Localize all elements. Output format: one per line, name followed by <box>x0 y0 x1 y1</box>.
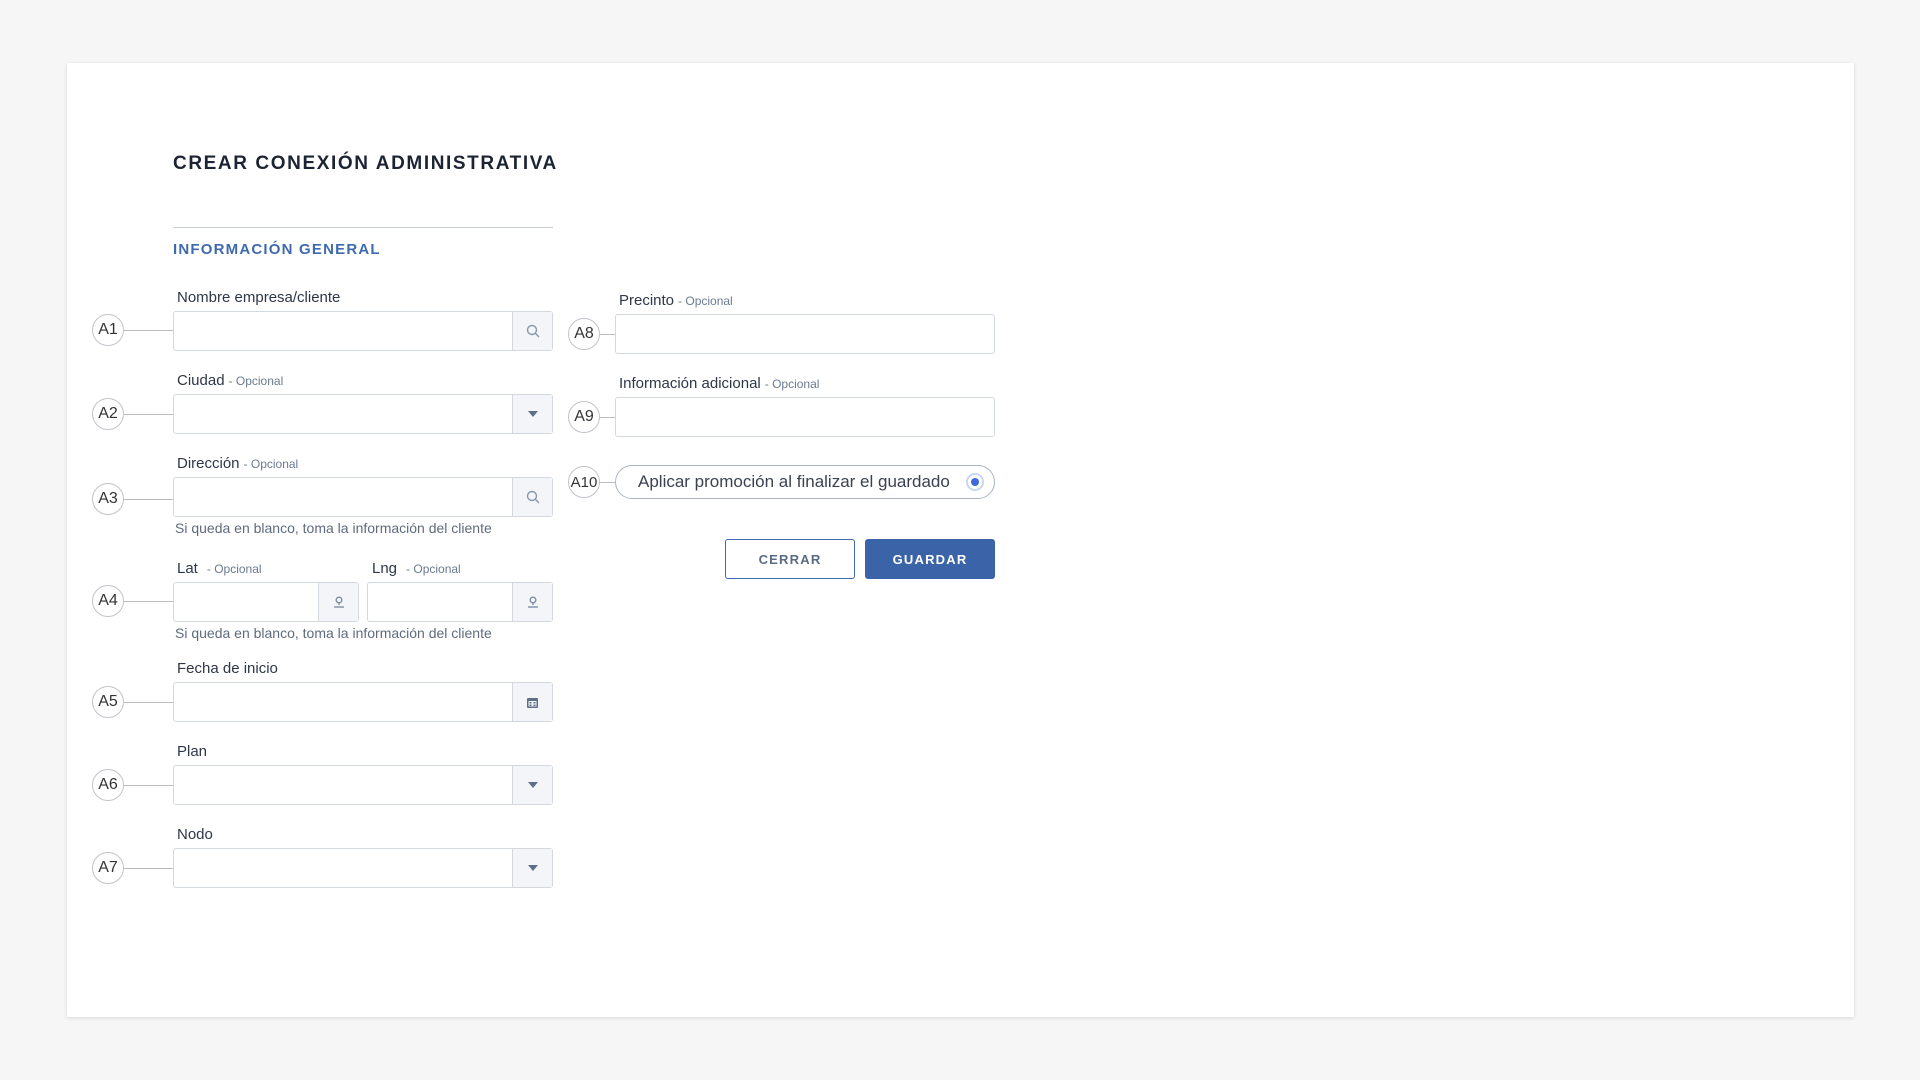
plan-label: Plan <box>177 743 208 760</box>
marker-connector <box>124 414 173 415</box>
info-adicional-label: Información adicional - Opcional <box>619 375 820 392</box>
empresa-input[interactable] <box>173 311 553 351</box>
search-icon[interactable] <box>512 478 552 516</box>
info-adicional-value[interactable] <box>616 398 994 436</box>
nodo-select[interactable] <box>173 848 553 888</box>
marker-a7: A7 <box>92 852 124 884</box>
marker-a1: A1 <box>92 314 124 346</box>
marker-connector <box>124 868 173 869</box>
close-button[interactable]: CERRAR <box>725 539 855 579</box>
marker-connector <box>600 417 615 418</box>
marker-connector <box>124 330 173 331</box>
marker-a9: A9 <box>568 401 600 433</box>
ciudad-value[interactable] <box>174 395 512 433</box>
fecha-value[interactable] <box>174 683 512 721</box>
marker-a2: A2 <box>92 398 124 430</box>
section-divider <box>173 227 553 228</box>
promocion-label: Aplicar promoción al finalizar el guarda… <box>638 472 950 491</box>
page-title: CREAR CONEXIÓN ADMINISTRATIVA <box>173 153 558 174</box>
marker-a4: A4 <box>92 585 124 617</box>
precinto-input[interactable] <box>615 314 995 354</box>
direccion-hint: Si queda en blanco, toma la información … <box>175 520 492 536</box>
chevron-down-icon[interactable] <box>512 766 552 804</box>
empresa-label: Nombre empresa/cliente <box>177 289 341 306</box>
marker-connector <box>124 499 173 500</box>
chevron-down-icon[interactable] <box>512 395 552 433</box>
fecha-input[interactable] <box>173 682 553 722</box>
marker-a3: A3 <box>92 483 124 515</box>
save-button[interactable]: GUARDAR <box>865 539 995 579</box>
lng-input[interactable] <box>367 582 553 622</box>
search-icon[interactable] <box>512 312 552 350</box>
marker-a8: A8 <box>568 318 600 350</box>
precinto-label: Precinto - Opcional <box>619 292 733 309</box>
nodo-label: Nodo <box>177 826 213 843</box>
direccion-label: Dirección - Opcional <box>177 455 299 472</box>
coords-hint: Si queda en blanco, toma la información … <box>175 625 492 641</box>
marker-connector <box>124 702 173 703</box>
plan-value[interactable] <box>174 766 512 804</box>
lat-input[interactable] <box>173 582 359 622</box>
radio-selected-dot <box>971 478 979 486</box>
ciudad-label: Ciudad - Opcional <box>177 372 284 389</box>
marker-connector <box>600 482 615 483</box>
marker-a5: A5 <box>92 686 124 718</box>
info-adicional-input[interactable] <box>615 397 995 437</box>
location-pin-icon[interactable] <box>318 583 358 621</box>
marker-connector <box>124 601 173 602</box>
lng-value[interactable] <box>368 583 512 621</box>
promocion-option[interactable]: Aplicar promoción al finalizar el guarda… <box>615 465 995 499</box>
direccion-value[interactable] <box>174 478 512 516</box>
lat-value[interactable] <box>174 583 318 621</box>
section-title: INFORMACIÓN GENERAL <box>173 241 381 258</box>
empresa-value[interactable] <box>174 312 512 350</box>
location-pin-icon[interactable] <box>512 583 552 621</box>
marker-a10: A10 <box>568 466 600 498</box>
promocion-radio[interactable] <box>966 473 984 491</box>
precinto-value[interactable] <box>616 315 994 353</box>
marker-connector <box>124 785 173 786</box>
fecha-label: Fecha de inicio <box>177 660 278 677</box>
ciudad-select[interactable] <box>173 394 553 434</box>
calendar-icon[interactable] <box>512 683 552 721</box>
marker-connector <box>600 334 615 335</box>
chevron-down-icon[interactable] <box>512 849 552 887</box>
lng-label: Lng - Opcional <box>372 560 461 577</box>
marker-a6: A6 <box>92 769 124 801</box>
direccion-input[interactable] <box>173 477 553 517</box>
plan-select[interactable] <box>173 765 553 805</box>
nodo-value[interactable] <box>174 849 512 887</box>
lat-label: Lat - Opcional <box>177 560 262 577</box>
